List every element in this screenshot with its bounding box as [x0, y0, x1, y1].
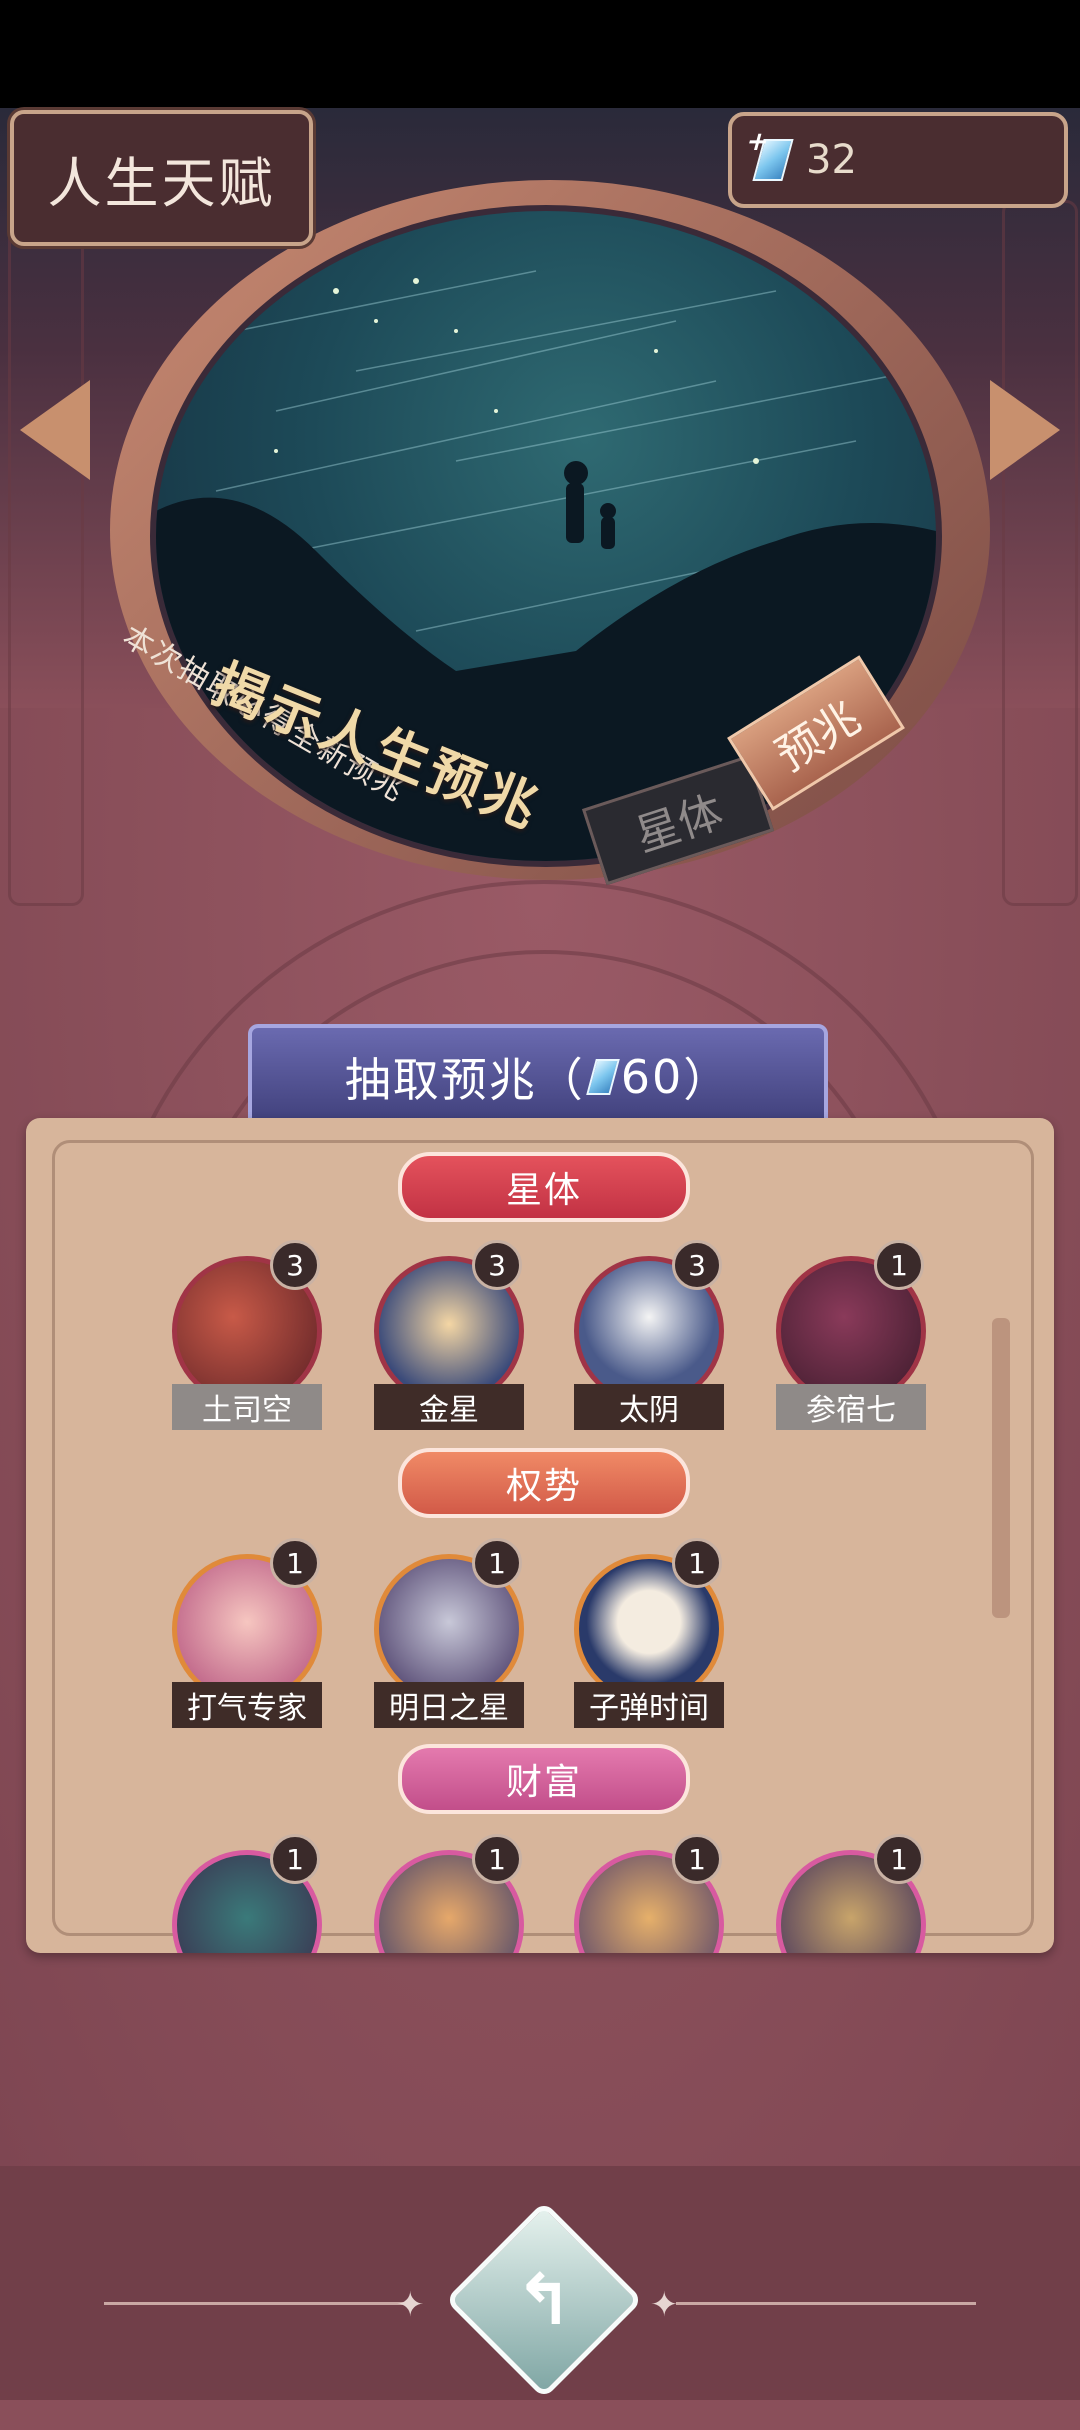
divider-right [676, 2302, 976, 2305]
currency-amount: 32 [806, 137, 857, 183]
right-ornament [1002, 200, 1078, 906]
draw-label: 抽取预兆（ [344, 1053, 585, 1107]
item-count-badge: 1 [874, 1240, 924, 1290]
draw-omen-button[interactable]: 抽取预兆（ 60 ） [248, 1024, 828, 1130]
panel-scrollbar[interactable] [992, 1318, 1010, 1618]
sparkle-icon: ✦ [650, 2285, 679, 2325]
sparkle-icon: ✦ [396, 2285, 425, 2325]
divider-left [104, 2302, 404, 2305]
item-count-badge: 1 [270, 1834, 320, 1884]
crystal-icon [585, 1059, 620, 1095]
item-card[interactable]: 1 [164, 1834, 334, 1953]
crystal-icon: + [743, 127, 794, 181]
section-title-power: 权势 [398, 1448, 690, 1518]
item-count-badge: 1 [472, 1538, 522, 1588]
item-name: 金星 [374, 1384, 524, 1430]
item-count-badge: 1 [270, 1538, 320, 1588]
page-title: 人生天赋 [10, 110, 313, 246]
item-card[interactable]: 1 [768, 1834, 938, 1953]
item-card[interactable]: 1 [366, 1834, 536, 1953]
item-count-badge: 1 [672, 1834, 722, 1884]
item-count-badge: 3 [672, 1240, 722, 1290]
status-bar [0, 0, 1080, 108]
currency-display[interactable]: + 32 [728, 112, 1068, 208]
item-name: 土司空 [172, 1384, 322, 1430]
next-banner-arrow[interactable] [990, 380, 1060, 480]
item-card[interactable]: 3 土司空 [164, 1240, 334, 1436]
item-card[interactable]: 1 参宿七 [768, 1240, 938, 1436]
item-card[interactable]: 3 太阴 [566, 1240, 736, 1436]
item-count-badge: 1 [472, 1834, 522, 1884]
item-name: 明日之星 [374, 1682, 524, 1728]
item-card[interactable]: 1 打气专家 [164, 1538, 334, 1734]
item-card[interactable]: 1 [566, 1834, 736, 1953]
item-count-badge: 1 [672, 1538, 722, 1588]
section-title-celestial: 星体 [398, 1152, 690, 1222]
item-name: 参宿七 [776, 1384, 926, 1430]
draw-label-close: ） [683, 1053, 732, 1107]
item-count-badge: 1 [874, 1834, 924, 1884]
back-arrow-icon: ↰ [514, 2259, 574, 2341]
draw-cost: 60 [620, 1050, 684, 1104]
item-name: 太阴 [574, 1384, 724, 1430]
item-name: 打气专家 [172, 1682, 322, 1728]
item-count-badge: 3 [270, 1240, 320, 1290]
collection-panel[interactable]: 星体 3 土司空 3 金星 3 太阴 1 参宿七 权势 1 打气专家 1 明日之… [26, 1118, 1054, 1953]
item-name: 子弹时间 [574, 1682, 724, 1728]
item-card[interactable]: 3 金星 [366, 1240, 536, 1436]
item-count-badge: 3 [472, 1240, 522, 1290]
item-card[interactable]: 1 明日之星 [366, 1538, 536, 1734]
section-title-wealth: 财富 [398, 1744, 690, 1814]
prev-banner-arrow[interactable] [20, 380, 90, 480]
left-ornament [8, 200, 84, 906]
item-card[interactable]: 1 子弹时间 [566, 1538, 736, 1734]
